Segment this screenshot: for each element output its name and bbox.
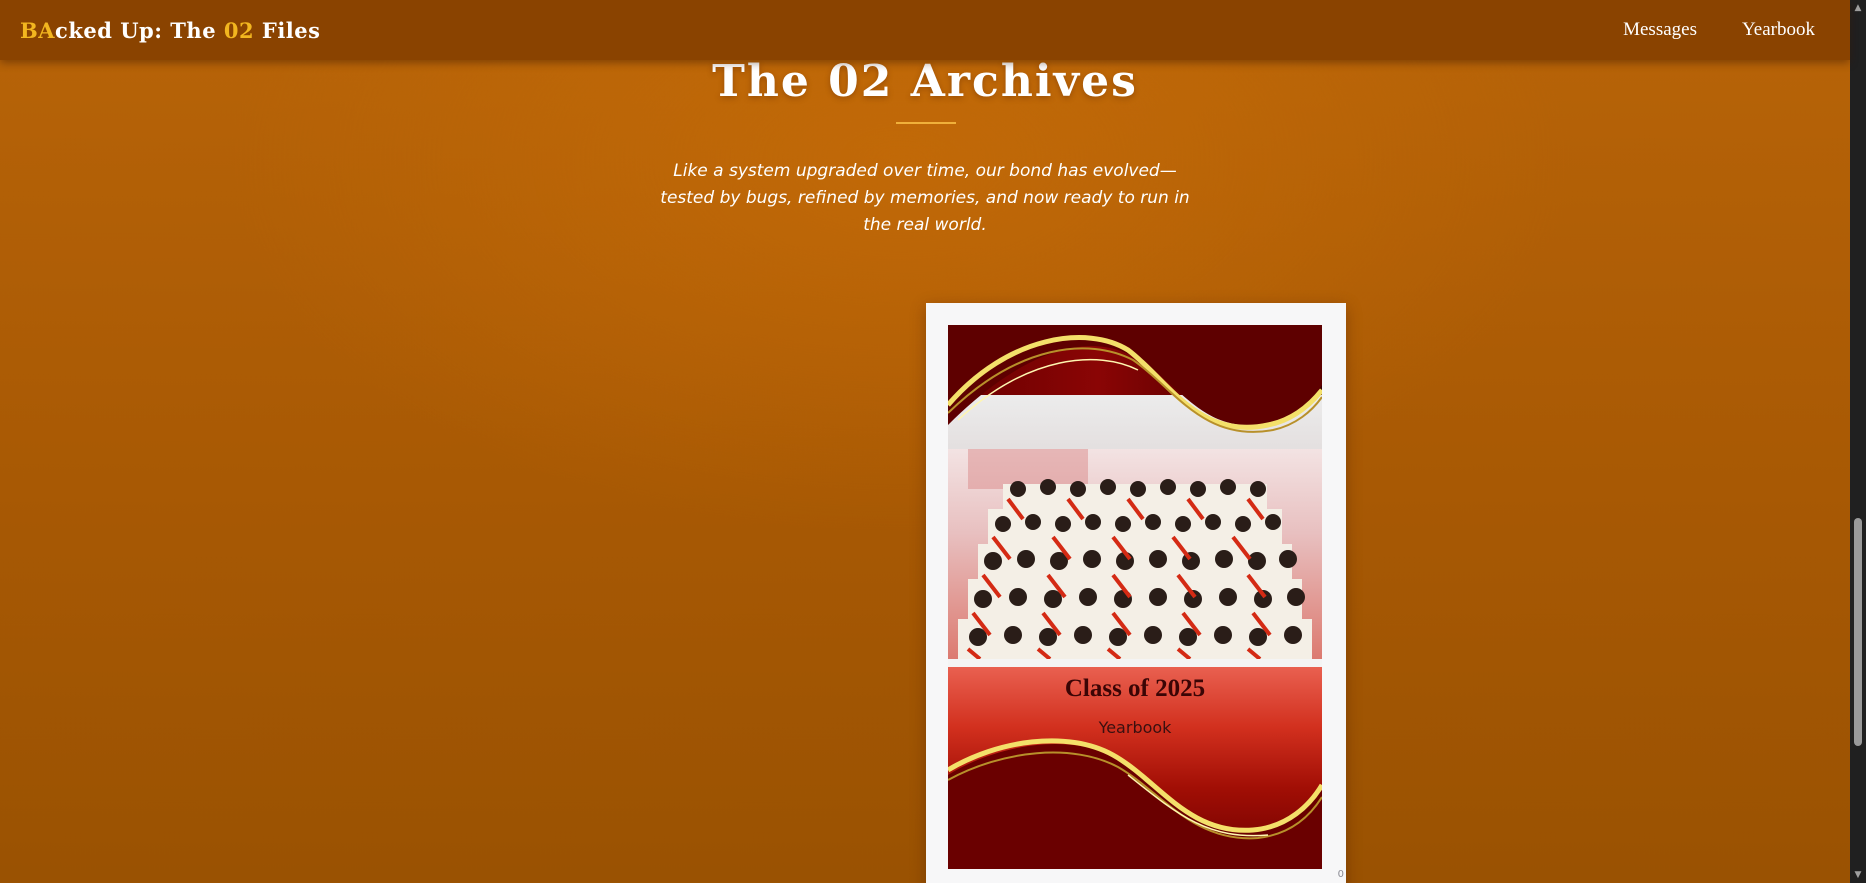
site-brand[interactable]: BAcked Up: The 02 Files	[20, 18, 320, 43]
nav-link-messages[interactable]: Messages	[1623, 19, 1697, 41]
cover-top-gold-ribbon	[948, 325, 1322, 433]
page-title: The 02 Archives	[712, 56, 1138, 107]
scroll-down-arrow-icon[interactable]: ▼	[1850, 867, 1866, 883]
vertical-scrollbar[interactable]: ▲ ▼	[1850, 0, 1866, 883]
title-divider	[896, 122, 956, 124]
yearbook-cover-page[interactable]: Class of 2025 Yearbook	[948, 325, 1322, 869]
nav-link-yearbook[interactable]: Yearbook	[1742, 19, 1815, 41]
page-number: 0	[1337, 869, 1344, 880]
cover-caption-strip	[948, 659, 1322, 667]
class-group-photo	[948, 449, 1322, 659]
page-tagline: Like a system upgraded over time, our bo…	[660, 161, 1190, 235]
top-navbar: BAcked Up: The 02 Files Messages Yearboo…	[0, 0, 1850, 60]
brand-accent-ba: BA	[20, 17, 56, 43]
yearbook-flipbook[interactable]: Class of 2025 Yearbook 0	[926, 303, 1346, 883]
cover-bottom-gold-ribbon	[948, 738, 1322, 869]
brand-text-files: Files	[254, 17, 321, 43]
cover-subtitle: Yearbook	[1098, 718, 1172, 737]
scroll-up-arrow-icon[interactable]: ▲	[1850, 0, 1866, 16]
cover-class-title: Class of 2025	[1064, 675, 1206, 702]
scroll-thumb[interactable]	[1854, 518, 1862, 746]
brand-accent-02: 02	[223, 17, 255, 43]
brand-text: cked Up: The	[55, 17, 224, 43]
nav-links: Messages Yearbook	[1623, 19, 1815, 41]
